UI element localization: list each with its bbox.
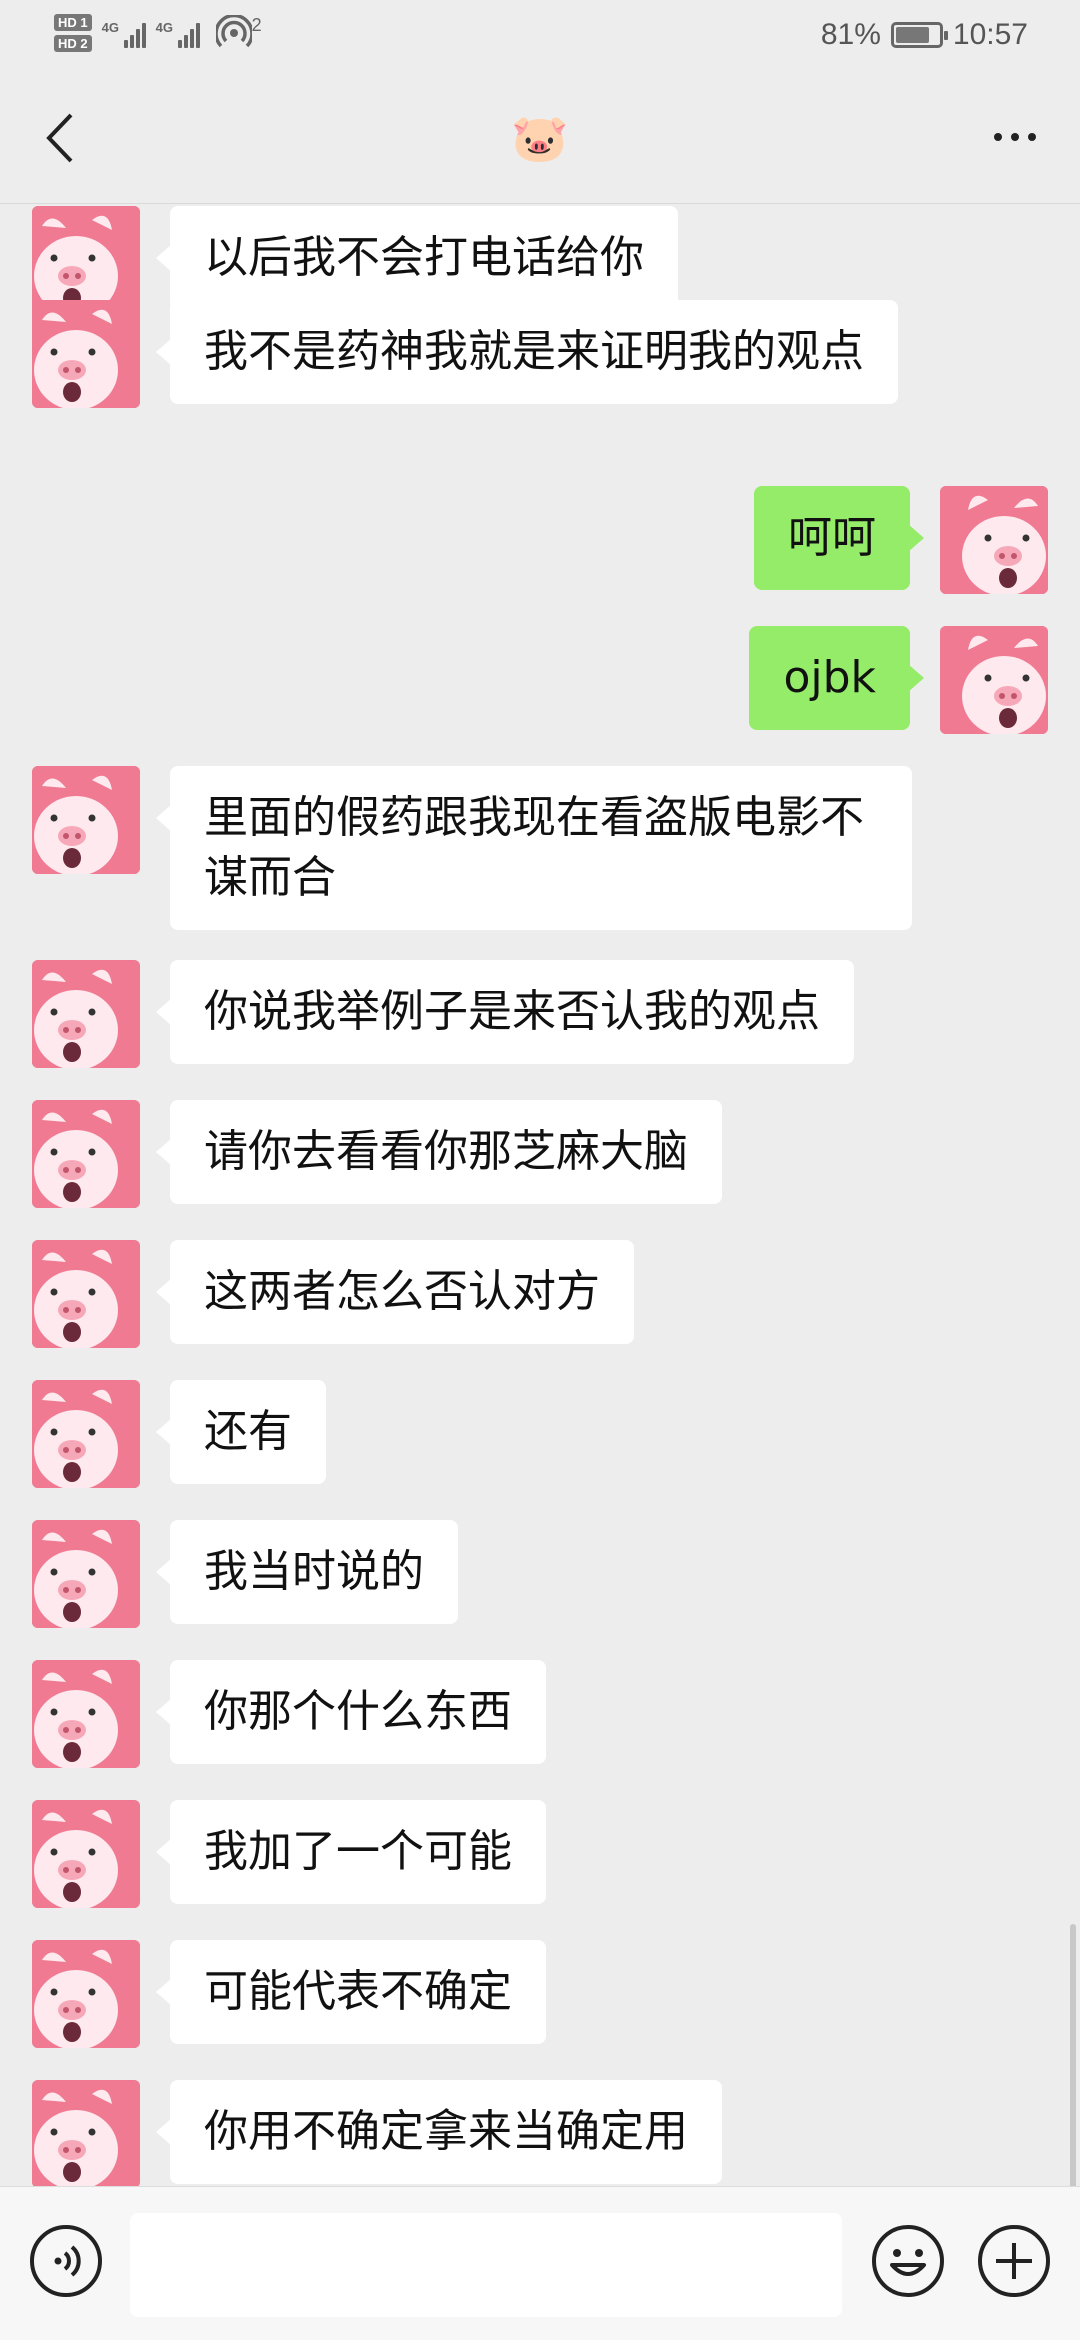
more-functions-button[interactable] — [976, 2223, 1052, 2299]
voice-icon — [30, 2225, 102, 2297]
message-bubble[interactable]: 以后我不会打电话给你 — [156, 206, 678, 310]
message-bubble[interactable]: 你用不确定拿来当确定用 — [156, 2080, 722, 2184]
chevron-left-icon — [46, 113, 73, 163]
chat-header: 🐷 — [0, 72, 1080, 204]
more-dots-icon — [994, 133, 1002, 141]
clock: 10:57 — [952, 18, 1028, 51]
message-bubble[interactable]: 我当时说的 — [156, 1520, 458, 1624]
contact-avatar[interactable] — [32, 206, 140, 314]
emoji-icon — [872, 2225, 944, 2297]
signal-icon-sim2: 4G — [156, 18, 200, 48]
signal-icon-sim1: 4G — [102, 18, 146, 48]
pig-face-icon — [32, 1520, 140, 1628]
pig-face-icon — [32, 300, 140, 408]
contact-avatar[interactable] — [32, 1100, 140, 1208]
back-button[interactable] — [30, 108, 90, 168]
contact-avatar[interactable] — [32, 1660, 140, 1768]
network-type-1: 4G — [101, 20, 119, 35]
contact-avatar[interactable] — [32, 1520, 140, 1628]
chat-title: 🐷 — [511, 111, 569, 165]
my-avatar[interactable] — [940, 486, 1048, 594]
message-bubble[interactable]: 我加了一个可能 — [156, 1800, 546, 1904]
battery-percent: 81% — [820, 18, 881, 51]
message-bubble[interactable]: 这两者怎么否认对方 — [156, 1240, 634, 1344]
contact-avatar[interactable] — [32, 300, 140, 408]
message-bubble[interactable]: 还有 — [156, 1380, 326, 1484]
pig-face-icon — [32, 960, 140, 1068]
contact-avatar[interactable] — [32, 2080, 140, 2186]
pig-face-icon — [32, 1660, 140, 1768]
pig-face-icon — [32, 1240, 140, 1348]
message-bubble[interactable]: 呵呵 — [754, 486, 924, 590]
pig-face-icon — [32, 1800, 140, 1908]
message-input[interactable] — [130, 2213, 842, 2317]
contact-avatar[interactable] — [32, 1940, 140, 2048]
pig-face-icon — [32, 1100, 140, 1208]
message-bubble[interactable]: 请你去看看你那芝麻大脑 — [156, 1100, 722, 1204]
contact-avatar[interactable] — [32, 766, 140, 874]
hd2-badge: HD 2 — [54, 35, 92, 52]
message-bubble[interactable]: 里面的假药跟我现在看盗版电影不谋而合 — [156, 766, 912, 930]
pig-face-icon — [940, 626, 1048, 734]
emoji-button[interactable] — [870, 2223, 946, 2299]
hotspot-count: 2 — [251, 15, 262, 35]
hotspot-icon: 2 — [215, 15, 262, 51]
battery-icon — [890, 22, 948, 48]
status-bar: HD 1 HD 2 4G 4G 2 81% 10:57 — [0, 0, 1080, 72]
message-list[interactable]: 以后我不会打电话给你 我不是药神我就是来证明我的观点 呵呵 ojbk 里面的假药… — [0, 204, 1080, 2186]
sim-indicators: HD 1 HD 2 4G 4G 2 — [54, 14, 262, 52]
message-bubble[interactable]: 我不是药神我就是来证明我的观点 — [156, 300, 898, 404]
message-bubble[interactable]: 你说我举例子是来否认我的观点 — [156, 960, 854, 1064]
pig-face-icon — [32, 1380, 140, 1488]
contact-avatar[interactable] — [32, 1380, 140, 1488]
pig-face-icon — [32, 2080, 140, 2186]
voice-button[interactable] — [28, 2223, 104, 2299]
contact-avatar[interactable] — [32, 1800, 140, 1908]
scrollbar[interactable] — [1070, 1924, 1076, 2186]
pig-face-icon — [32, 1940, 140, 2048]
more-button[interactable] — [980, 112, 1050, 162]
pig-face-icon — [32, 766, 140, 874]
contact-avatar[interactable] — [32, 960, 140, 1068]
network-type-2: 4G — [155, 20, 173, 35]
contact-avatar[interactable] — [32, 1240, 140, 1348]
message-bubble[interactable]: 你那个什么东西 — [156, 1660, 546, 1764]
message-bubble[interactable]: ojbk — [749, 626, 924, 730]
hd1-badge: HD 1 — [54, 14, 92, 31]
plus-icon — [978, 2225, 1050, 2297]
my-avatar[interactable] — [940, 626, 1048, 734]
message-bubble[interactable]: 可能代表不确定 — [156, 1940, 546, 2044]
pig-face-icon — [32, 206, 140, 314]
pig-face-icon — [940, 486, 1048, 594]
input-bar — [0, 2186, 1080, 2340]
